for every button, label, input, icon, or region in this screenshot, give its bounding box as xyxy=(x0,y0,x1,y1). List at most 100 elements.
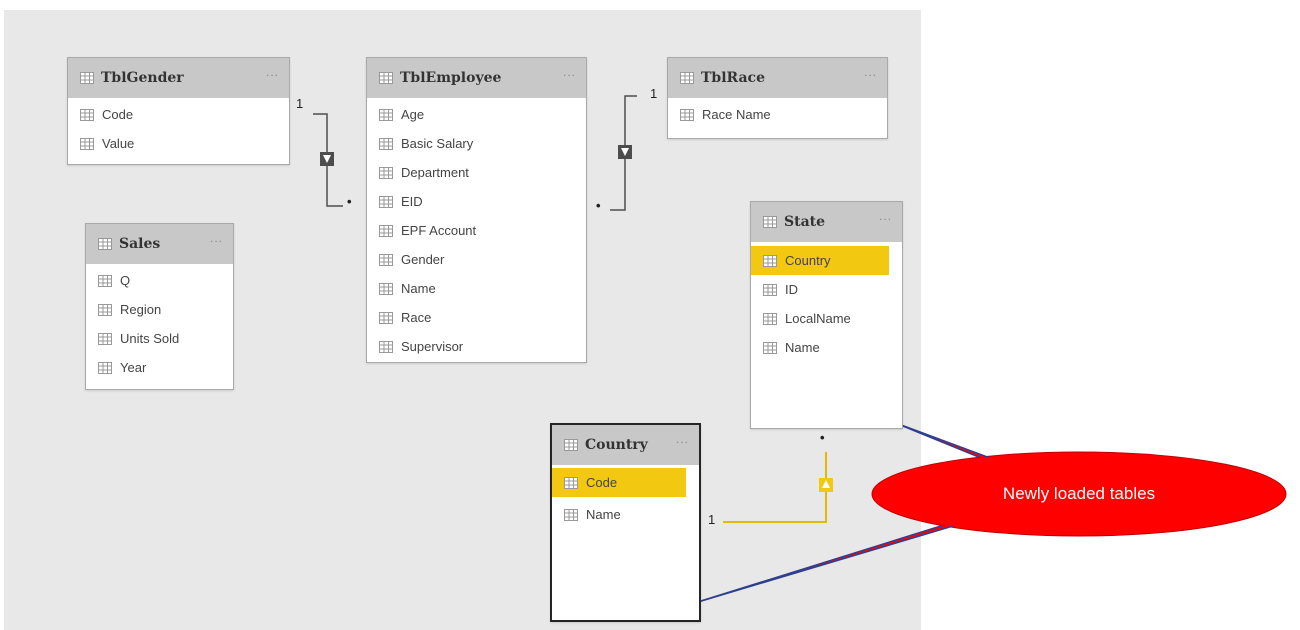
gender-one-label: 1 xyxy=(296,96,304,111)
callout-text: Newly loaded tables xyxy=(1002,484,1156,503)
more-options-icon[interactable]: ... xyxy=(879,209,892,223)
field-row[interactable]: Supervisor xyxy=(367,332,586,361)
table-icon xyxy=(379,195,393,208)
field-row[interactable]: Year xyxy=(86,353,233,382)
table-icon xyxy=(379,253,393,266)
relationship-country-state[interactable] xyxy=(723,452,833,523)
field-name: Age xyxy=(401,107,425,122)
table-title: TblEmployee xyxy=(400,70,502,86)
field-row[interactable]: Basic Salary xyxy=(367,129,586,158)
table-icon xyxy=(379,340,393,353)
field-row[interactable]: EID xyxy=(367,187,586,216)
table-icon xyxy=(680,72,694,84)
field-row[interactable]: Department xyxy=(367,158,586,187)
table-header[interactable]: State ... xyxy=(751,202,902,242)
field-row[interactable]: Region xyxy=(86,295,233,324)
field-row[interactable]: Age xyxy=(367,100,586,129)
field-row[interactable]: Gender xyxy=(367,245,586,274)
table-icon xyxy=(379,108,393,121)
more-options-icon[interactable]: ... xyxy=(266,65,279,79)
table-header[interactable]: TblRace ... xyxy=(668,58,887,98)
more-options-icon[interactable]: ... xyxy=(563,65,576,79)
field-row[interactable]: Code xyxy=(68,100,289,129)
table-icon xyxy=(80,72,94,84)
table-icon xyxy=(564,508,578,521)
table-header[interactable]: Country ... xyxy=(552,425,699,465)
field-name: Q xyxy=(120,273,131,288)
field-row[interactable]: Race Name xyxy=(668,100,887,129)
field-name: EPF Account xyxy=(401,223,477,238)
field-row[interactable]: Name xyxy=(751,333,902,362)
table-icon xyxy=(564,476,578,489)
country-one-label: 1 xyxy=(708,512,716,527)
table-card-country[interactable]: Country ... Code Name xyxy=(550,423,701,622)
table-card-sales[interactable]: Sales ... Q Region Units Sold Year xyxy=(85,223,234,390)
employee-many-dot: • xyxy=(347,194,352,209)
field-name: Code xyxy=(586,475,618,490)
relationship-gender-employee[interactable] xyxy=(313,113,343,207)
field-name: Basic Salary xyxy=(401,136,474,151)
table-icon xyxy=(763,254,777,267)
state-many-dot: • xyxy=(820,430,825,445)
table-icon xyxy=(763,312,777,325)
table-icon xyxy=(564,439,578,451)
table-icon xyxy=(379,311,393,324)
table-title: Sales xyxy=(119,236,161,252)
field-name: Name xyxy=(401,281,436,296)
table-card-tblrace[interactable]: TblRace ... Race Name xyxy=(667,57,888,139)
table-icon xyxy=(763,216,777,228)
table-icon xyxy=(98,274,112,287)
table-card-tblgender[interactable]: TblGender ... Code Value xyxy=(67,57,290,165)
field-row[interactable]: EPF Account xyxy=(367,216,586,245)
table-icon xyxy=(98,361,112,374)
field-name: Race Name xyxy=(702,107,771,122)
field-row[interactable]: Value xyxy=(68,129,289,158)
field-row[interactable]: Units Sold xyxy=(86,324,233,353)
more-options-icon[interactable]: ... xyxy=(676,432,689,446)
field-name: Year xyxy=(120,360,147,375)
field-row-selected[interactable]: Country xyxy=(751,246,889,275)
table-header[interactable]: TblEmployee ... xyxy=(367,58,586,98)
employee-many-dot-race: • xyxy=(596,198,601,213)
field-name: Race xyxy=(401,310,432,325)
table-icon xyxy=(98,238,112,250)
field-name: Value xyxy=(102,136,135,151)
relationship-race-employee[interactable] xyxy=(610,95,637,211)
table-title: State xyxy=(784,214,826,230)
table-header[interactable]: Sales ... xyxy=(86,224,233,264)
table-icon xyxy=(80,108,94,121)
field-row[interactable]: LocalName xyxy=(751,304,902,333)
field-name: Country xyxy=(785,253,831,268)
field-name: LocalName xyxy=(785,311,851,326)
table-icon xyxy=(763,283,777,296)
table-icon xyxy=(379,166,393,179)
field-name: Units Sold xyxy=(120,331,180,346)
table-header[interactable]: TblGender ... xyxy=(68,58,289,98)
table-icon xyxy=(379,72,393,84)
field-name: Code xyxy=(102,107,134,122)
race-one-label: 1 xyxy=(650,86,658,101)
field-row[interactable]: Name xyxy=(552,500,699,529)
table-card-state[interactable]: State ... Country ID LocalName Name xyxy=(750,201,903,429)
table-icon xyxy=(98,303,112,316)
field-name: EID xyxy=(401,194,423,209)
table-icon xyxy=(98,332,112,345)
table-card-tblemployee[interactable]: TblEmployee ... Age Basic Salary Departm… xyxy=(366,57,587,363)
more-options-icon[interactable]: ... xyxy=(210,231,223,245)
field-row[interactable]: Name xyxy=(367,274,586,303)
field-name: Name xyxy=(586,507,621,522)
table-icon xyxy=(763,341,777,354)
table-title: TblRace xyxy=(701,70,765,86)
more-options-icon[interactable]: ... xyxy=(864,65,877,79)
field-name: Gender xyxy=(401,252,445,267)
field-name: Name xyxy=(785,340,820,355)
field-row[interactable]: Race xyxy=(367,303,586,332)
table-title: Country xyxy=(585,437,648,453)
field-name: ID xyxy=(785,282,798,297)
field-row-selected[interactable]: Code xyxy=(552,468,686,497)
field-name: Department xyxy=(401,165,469,180)
field-row[interactable]: Q xyxy=(86,266,233,295)
table-icon xyxy=(379,224,393,237)
field-row[interactable]: ID xyxy=(751,275,902,304)
table-icon xyxy=(80,137,94,150)
